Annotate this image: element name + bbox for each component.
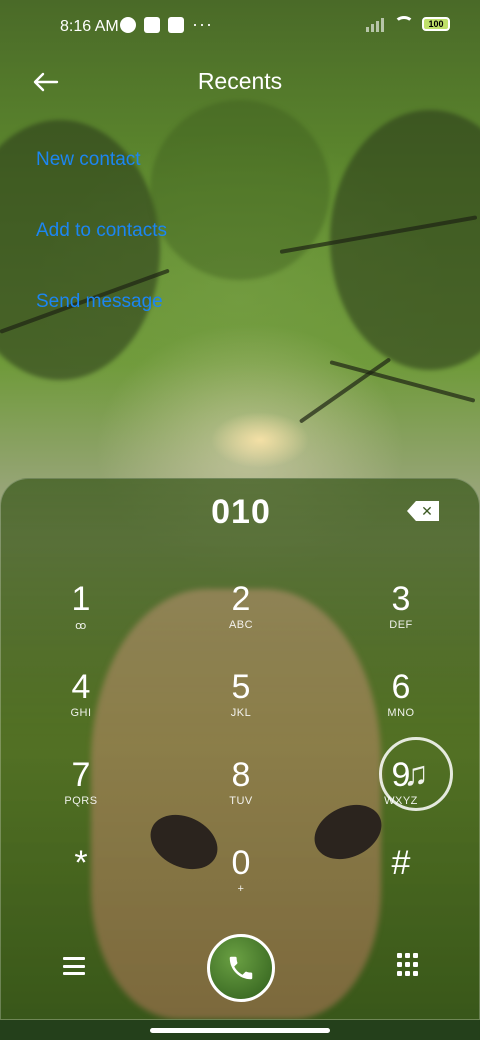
key-8[interactable]: 8 TUV — [181, 755, 301, 835]
key-digit: 6 — [391, 668, 411, 706]
key-letters: WXYZ — [384, 795, 418, 807]
key-digit: 7 — [71, 756, 91, 794]
key-3[interactable]: 3 DEF — [341, 579, 461, 659]
call-button[interactable] — [207, 934, 275, 1002]
navigation-bar — [0, 1020, 480, 1040]
status-time: 8:16 AM — [60, 18, 119, 35]
key-letters: JKL — [230, 707, 252, 719]
more-notifications-icon: ··· — [192, 14, 213, 34]
key-digit: 8 — [231, 756, 251, 794]
key-digit: 3 — [391, 580, 411, 618]
signal-icon — [366, 16, 386, 32]
key-digit: 4 — [71, 668, 91, 706]
keypad-toggle-icon[interactable] — [397, 953, 419, 977]
add-to-contacts-link[interactable]: Add to contacts — [36, 220, 167, 242]
key-digit: 1 — [71, 580, 91, 618]
key-digit: 5 — [231, 668, 251, 706]
key-letters: ABC — [228, 619, 254, 631]
key-0[interactable]: 0 + — [181, 843, 301, 923]
menu-icon[interactable] — [63, 957, 85, 975]
key-9[interactable]: 9 WXYZ — [341, 755, 461, 835]
phone-icon — [229, 956, 253, 980]
square-notification-icon — [144, 17, 160, 33]
dial-pad: ♫ 010 ✕ 1 ꝏ 2 ABC 3 DEF 4 GHI 5 JKL 6 MN… — [0, 478, 480, 1020]
send-message-link[interactable]: Send message — [36, 291, 163, 313]
dialed-number: 010 — [211, 493, 271, 531]
app-header: Recents — [0, 56, 480, 108]
key-hash[interactable]: # — [341, 843, 461, 923]
backspace-icon: ✕ — [421, 503, 433, 519]
key-digit: * — [74, 844, 88, 882]
status-bar: 8:16 AM ··· 100 — [0, 0, 480, 56]
upload-notification-icon — [168, 17, 184, 33]
new-contact-link[interactable]: New contact — [36, 149, 141, 171]
key-2[interactable]: 2 ABC — [181, 579, 301, 659]
key-5[interactable]: 5 JKL — [181, 667, 301, 747]
system-icons: 100 — [366, 16, 450, 32]
key-star[interactable]: * — [21, 843, 141, 923]
key-letters: MNO — [387, 707, 415, 719]
voicemail-icon: ꝏ — [75, 620, 87, 632]
key-7[interactable]: 7 PQRS — [21, 755, 141, 835]
notification-icons — [120, 17, 184, 33]
key-letters: DEF — [389, 619, 413, 631]
home-indicator[interactable] — [150, 1028, 330, 1033]
app-notification-icon — [120, 17, 136, 33]
battery-icon: 100 — [422, 17, 450, 31]
key-letters: GHI — [70, 707, 92, 719]
key-6[interactable]: 6 MNO — [341, 667, 461, 747]
key-letters: TUV — [229, 795, 253, 807]
key-digit: 0 — [231, 844, 251, 882]
page-title: Recents — [197, 68, 283, 94]
key-digit: 9 — [391, 756, 411, 794]
key-4[interactable]: 4 GHI — [21, 667, 141, 747]
key-letters: PQRS — [64, 795, 98, 807]
wifi-icon — [394, 16, 414, 32]
key-letters: + — [237, 883, 245, 895]
key-digit: # — [391, 844, 411, 882]
key-digit: 2 — [231, 580, 251, 618]
key-1[interactable]: 1 ꝏ — [21, 579, 141, 659]
battery-level: 100 — [428, 19, 444, 29]
